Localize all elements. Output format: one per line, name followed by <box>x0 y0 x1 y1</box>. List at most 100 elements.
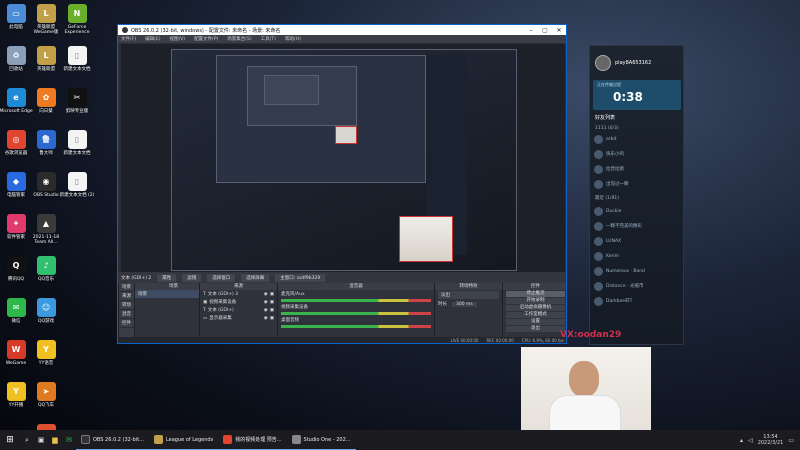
obs-preview-canvas[interactable] <box>121 44 565 272</box>
text-source-icon: T <box>203 307 206 313</box>
friend-item[interactable]: LUNAX <box>590 234 683 249</box>
wechat-taskbar-icon[interactable]: ✉ <box>62 436 76 444</box>
network-icon[interactable]: ▴ <box>740 437 743 444</box>
desktop-icon[interactable]: Y YY语音 <box>27 340 65 366</box>
lock-icon[interactable]: ▣ <box>270 308 274 313</box>
source-item[interactable]: ▣ 视频采集设备 ◉ ▣ <box>200 298 277 306</box>
desktop-icon[interactable]: ☺ QQ游戏 <box>27 298 65 324</box>
friend-item[interactable]: 拉普拉斯 <box>590 162 683 177</box>
lock-icon[interactable]: ▣ <box>270 292 274 297</box>
audio-meter <box>281 312 431 315</box>
settings-button[interactable]: 设置 <box>506 319 565 325</box>
side-tab[interactable]: 来源 <box>119 292 134 301</box>
mixer-channel-label: 视频采集设备 <box>281 305 308 310</box>
desktop-icon[interactable]: N GeForce Experience <box>58 4 96 35</box>
menu-item[interactable]: 配置文件(P) <box>194 36 218 42</box>
lock-icon[interactable]: ▣ <box>270 316 274 321</box>
main-window-select[interactable]: 主窗口: ssdf9b329 <box>275 273 326 282</box>
friend-group-header[interactable]: 1111 (0/3) <box>595 126 619 131</box>
desktop-icon[interactable]: ▯ 新建文本文档 <box>58 130 96 156</box>
friend-item[interactable]: 快乐小鸡 <box>590 147 683 162</box>
taskbar-item-obs[interactable]: OBS 26.0.2 (32-bit... <box>76 430 149 450</box>
friend-item[interactable]: Numerous · Band <box>590 264 683 279</box>
file-explorer-icon[interactable]: ▆ <box>48 436 62 444</box>
friend-item[interactable]: 一颗不完美的精彩 <box>590 219 683 234</box>
friend-item[interactable]: 出现过一瞬 <box>590 177 683 192</box>
friend-avatar <box>594 150 603 159</box>
app-icon: ✉ <box>6 298 26 317</box>
clock-date[interactable]: 2022/3/21 <box>758 440 784 446</box>
start-recording-button[interactable]: 开始录制 <box>506 298 565 304</box>
browser-icon <box>223 435 233 444</box>
timer-value: 0:38 <box>613 90 643 104</box>
menu-item[interactable]: 帮助(H) <box>285 36 301 42</box>
taskbar-item-lol[interactable]: League of Legends <box>148 430 219 450</box>
desktop-icon[interactable]: ▯ 新建文本文档 <box>58 46 96 72</box>
friend-item[interactable]: Darkbee轩T <box>590 294 683 309</box>
taskbar-item-studio-one[interactable]: Studio One - 202... <box>286 430 356 450</box>
side-tab[interactable]: 控件 <box>119 319 134 328</box>
minimize-icon[interactable]: – <box>524 27 538 34</box>
select-window-button[interactable]: 选择窗口 <box>207 273 236 282</box>
friend-group-header[interactable]: 最近 (1/81) <box>590 192 683 204</box>
app-icon: ▲ <box>36 214 56 233</box>
menu-item[interactable]: 编辑(E) <box>145 36 160 42</box>
desktop-icon-label: QQ飞车 <box>37 403 55 408</box>
lock-icon[interactable]: ▣ <box>270 300 274 305</box>
maximize-icon[interactable]: ▢ <box>538 27 552 34</box>
windows-start-icon[interactable]: ⊞ <box>0 435 20 445</box>
live-status: LIVE 00:00:00 <box>450 337 479 343</box>
nested-capture-1 <box>171 49 517 271</box>
properties-button[interactable]: 属性 <box>157 273 177 282</box>
stop-streaming-button[interactable]: 停止推流 <box>506 291 565 297</box>
volume-icon[interactable]: ◁ <box>748 437 753 444</box>
menu-item[interactable]: 场景集合(S) <box>227 36 251 42</box>
transition-select[interactable]: 淡出 <box>438 291 499 299</box>
filters-button[interactable]: 滤镜 <box>182 273 202 282</box>
source-item[interactable]: T 文本 (GDI+) ◉ ▣ <box>200 306 277 314</box>
qq-friends-panel[interactable]: play8A653162 正在传输过程 0:38 好友列表 1111 (0/3)… <box>589 45 684 345</box>
desktop-icon-label: 新建文本文档 <box>63 67 91 72</box>
friend-item[interactable]: orbit <box>590 132 683 147</box>
friend-item[interactable]: Distance · 光痕市 <box>590 279 683 294</box>
side-tab[interactable]: 场景 <box>119 283 134 292</box>
side-tab[interactable]: 混音 <box>119 310 134 319</box>
source-item[interactable]: T 文本 (GDI+) 3 ◉ ▣ <box>200 290 277 298</box>
menu-item[interactable]: 工具(T) <box>261 36 276 42</box>
studio-mode-button[interactable]: 工作室模式 <box>506 312 565 318</box>
mixer-channel-label: 麦克风/Aux <box>281 292 305 297</box>
close-icon[interactable]: ✕ <box>552 27 566 34</box>
friend-item[interactable]: Duckie <box>590 204 683 219</box>
friend-name: LUNAX <box>606 238 622 244</box>
desktop-icon[interactable]: ▲ 2021-11-18 Team All... <box>27 214 65 245</box>
call-timer-card[interactable]: 正在传输过程 0:38 <box>593 80 681 110</box>
start-virtual-camera-button[interactable]: 启动虚拟摄像机 <box>506 305 565 311</box>
exit-button[interactable]: 退出 <box>506 326 565 332</box>
obs-title-bar[interactable]: OBS 26.0.2 (32-bit, windows) - 配置文件: 未命名… <box>118 25 566 35</box>
user-avatar[interactable] <box>595 55 611 71</box>
search-icon[interactable]: ⌕ <box>20 436 34 445</box>
desktop-icon[interactable]: ▯ 新建文本文档 (2) <box>58 172 96 198</box>
notification-icon[interactable]: ▭ <box>788 437 794 444</box>
taskbar-item-browser[interactable]: 我的视频处理 预告... <box>218 430 287 450</box>
desktop-icon[interactable]: ♪ QQ音乐 <box>27 256 65 282</box>
obs-window[interactable]: OBS 26.0.2 (32-bit, windows) - 配置文件: 未命名… <box>117 24 567 344</box>
friend-item[interactable]: Kerim <box>590 249 683 264</box>
desktop-icon[interactable]: ➤ QQ飞车 <box>27 382 65 408</box>
source-item[interactable]: ▭ 显示器采集 ◉ ▣ <box>200 314 277 322</box>
eye-icon[interactable]: ◉ <box>264 316 268 321</box>
sources-dock-title: 来源 <box>200 283 277 290</box>
eye-icon[interactable]: ◉ <box>264 292 268 297</box>
desktop-icon[interactable]: ✂ 剪映专业版 <box>58 88 96 114</box>
side-tab[interactable]: 转场 <box>119 301 134 310</box>
eye-icon[interactable]: ◉ <box>264 300 268 305</box>
app-icon: ◆ <box>6 172 26 191</box>
duration-input[interactable]: 300 ms <box>452 301 477 307</box>
app-icon: ✂ <box>67 88 87 107</box>
desktop-icon-label: 新建文本文档 (2) <box>59 193 95 198</box>
select-screen-button[interactable]: 选择屏幕 <box>241 273 270 282</box>
menu-item[interactable]: 视图(V) <box>169 36 185 42</box>
eye-icon[interactable]: ◉ <box>264 308 268 313</box>
menu-item[interactable]: 文件(F) <box>121 36 136 42</box>
task-view-icon[interactable]: ▣ <box>34 436 48 444</box>
